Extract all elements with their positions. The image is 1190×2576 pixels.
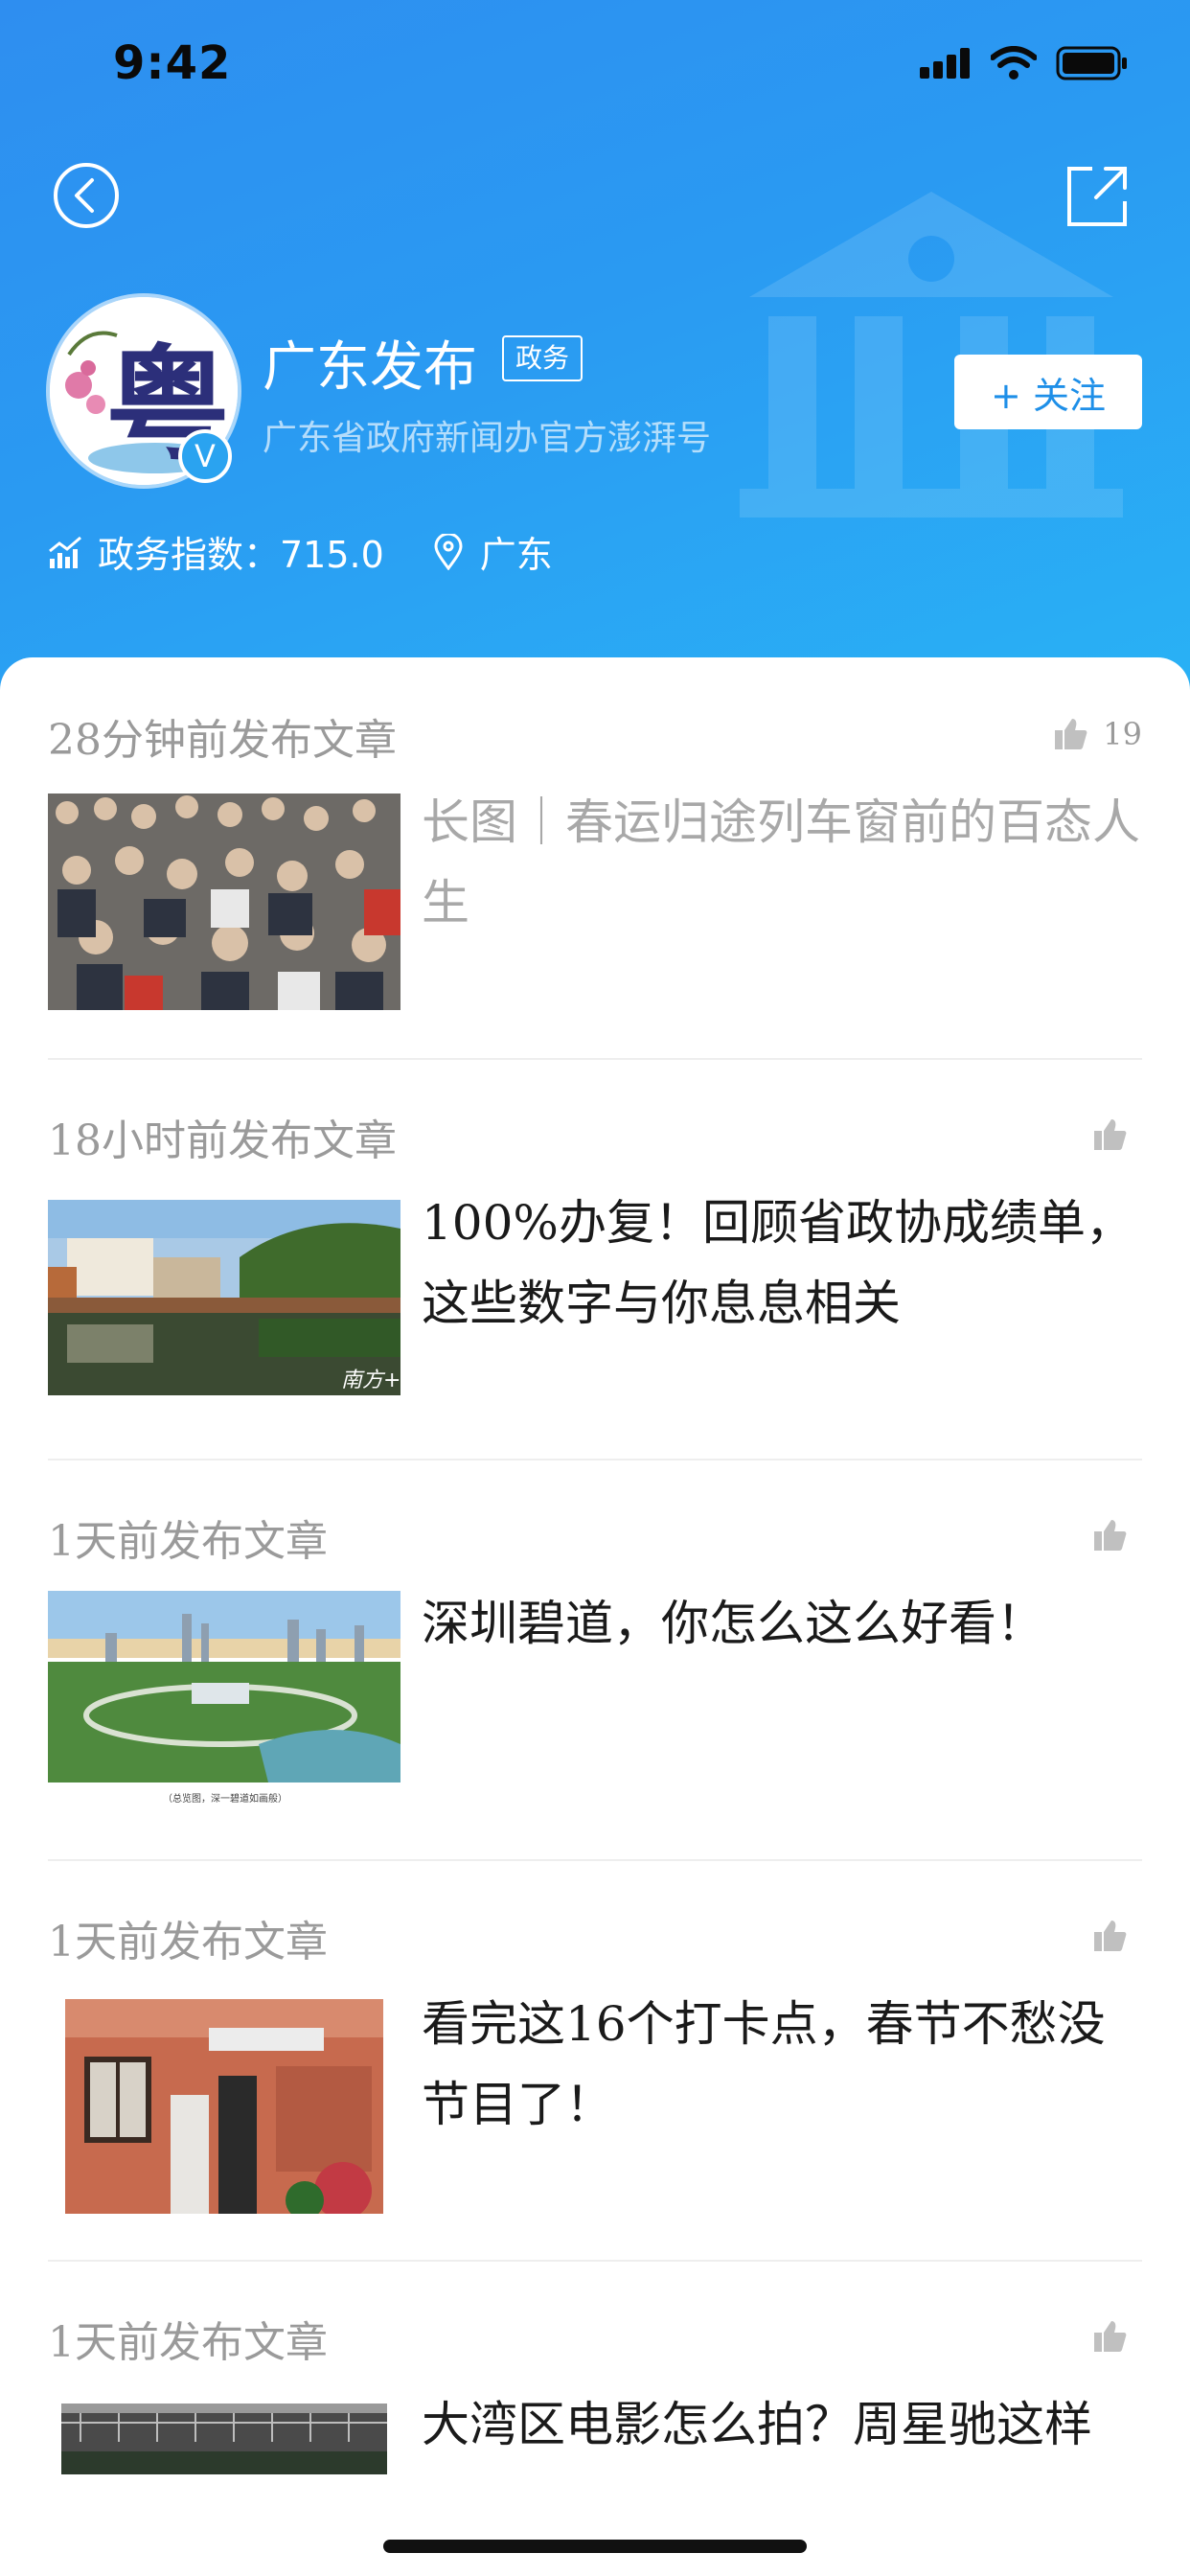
like-count[interactable] — [1090, 1116, 1142, 1154]
location-pin-icon — [434, 533, 463, 570]
article-item[interactable]: 18小时前发布文章 南方+ 100%办复！回顾省政协成绩单，这些数字与你息息相关 — [48, 1106, 1142, 1413]
gov-index: 政务指数：715.0 — [98, 534, 384, 576]
share-icon[interactable] — [1064, 161, 1133, 230]
thumbs-up-icon — [1094, 2321, 1127, 2352]
battery-icon — [1056, 46, 1127, 80]
article-title[interactable]: 看完这16个打卡点，春节不愁没节目了！ — [422, 1984, 1142, 2145]
divider — [48, 1459, 1142, 1460]
thumbs-up-icon — [1094, 1119, 1127, 1150]
account-meta: 政务指数：715.0 广东 — [48, 525, 553, 578]
account-tag: 政务 — [502, 335, 584, 381]
thumbnail-caption: 南方+ — [341, 1368, 401, 1392]
back-icon[interactable] — [52, 161, 121, 230]
article-title[interactable]: 100%办复！回顾省政协成绩单，这些数字与你息息相关 — [422, 1183, 1142, 1344]
account-name: 广东发布 — [263, 336, 477, 399]
article-time: 28分钟前发布文章 — [48, 716, 397, 765]
article-item[interactable]: 1天前发布文章 大湾区电影怎么拍？周星驰这样 — [48, 2308, 1142, 2576]
profile-header: 9:42 粤 V 广东发布 政务 广东省政府新闻办官方澎湃号 + 关注 政务指数… — [0, 0, 1190, 709]
article-time: 1天前发布文章 — [48, 2318, 328, 2367]
article-item[interactable]: 1天前发布文章 看完这16个打卡点，春节不愁没节目了！ — [48, 1907, 1142, 2214]
like-count[interactable]: 19 — [1051, 715, 1142, 753]
chart-trend-icon — [49, 536, 81, 568]
divider — [48, 2260, 1142, 2262]
like-count[interactable] — [1090, 2317, 1142, 2356]
article-thumbnail — [61, 2404, 387, 2474]
article-list: 28分钟前发布文章 19 长图｜春运归途列车窗前的百态人生 18小时前发布文章 … — [0, 657, 1190, 2576]
divider — [48, 1859, 1142, 1861]
thumbs-up-icon — [1094, 1920, 1127, 1951]
like-count[interactable] — [1090, 1917, 1142, 1955]
article-title[interactable]: 大湾区电影怎么拍？周星驰这样 — [422, 2384, 1142, 2465]
home-indicator[interactable] — [383, 2540, 807, 2553]
thumbs-up-icon — [1055, 719, 1087, 749]
account-description: 广东省政府新闻办官方澎湃号 — [263, 419, 712, 458]
article-thumbnail — [65, 1999, 383, 2214]
location-text: 广东 — [479, 534, 553, 576]
thumbs-up-icon — [1094, 1520, 1127, 1551]
article-item[interactable]: 1天前发布文章 （总览图，深一碧道如画般） 深圳碧道，你怎么这么好看！ — [48, 1506, 1142, 1813]
wifi-icon — [991, 46, 1037, 80]
like-count-text: 19 — [1103, 716, 1142, 752]
status-bar: 9:42 — [0, 0, 1190, 125]
article-title[interactable]: 深圳碧道，你怎么这么好看！ — [422, 1583, 1142, 1664]
thumbnail-caption: （总览图，深一碧道如画般） — [163, 1794, 287, 1805]
article-item[interactable]: 28分钟前发布文章 19 长图｜春运归途列车窗前的百态人生 — [48, 705, 1142, 1012]
article-thumbnail — [48, 794, 400, 1010]
article-time: 1天前发布文章 — [48, 1918, 328, 1966]
article-time: 18小时前发布文章 — [48, 1116, 397, 1165]
like-count[interactable] — [1090, 1516, 1142, 1554]
article-thumbnail — [48, 1591, 400, 1807]
status-time: 9:42 — [113, 36, 232, 90]
verified-badge: V — [178, 429, 232, 483]
follow-button[interactable]: + 关注 — [954, 355, 1142, 429]
article-time: 1天前发布文章 — [48, 1517, 328, 1566]
article-title[interactable]: 长图｜春运归途列车窗前的百态人生 — [422, 782, 1142, 943]
divider — [48, 1058, 1142, 1060]
cellular-signal-icon — [920, 48, 970, 79]
status-icons — [920, 46, 1129, 80]
